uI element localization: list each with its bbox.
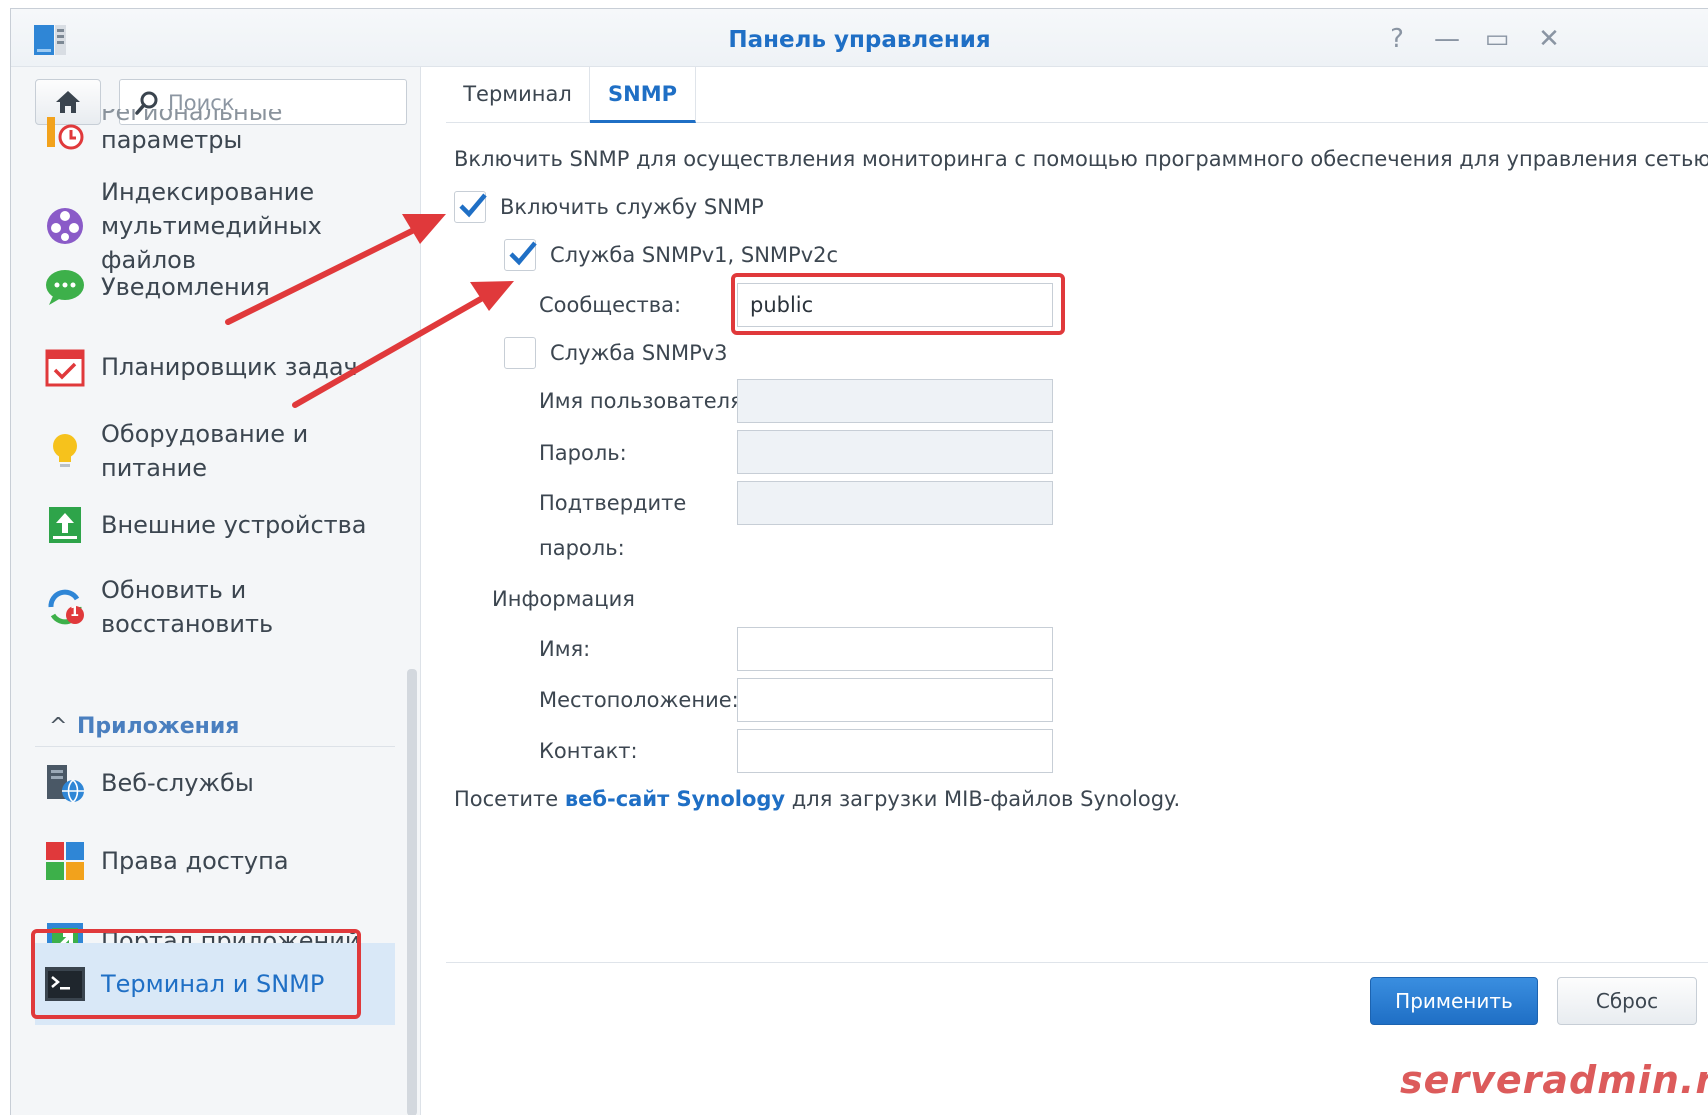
sidebar-item-media-indexing[interactable]: Индексирование мультимедийных файлов <box>35 175 395 277</box>
sidebar-item-label: Обновить и восстановить <box>101 576 274 638</box>
location-input[interactable] <box>737 678 1053 722</box>
help-icon[interactable]: ? <box>1383 26 1411 52</box>
snmpv1v2-row[interactable]: Служба SNMPv1, SNMPv2c <box>504 239 838 271</box>
password-input[interactable] <box>737 430 1053 474</box>
web-services-icon <box>43 761 87 805</box>
confirm-password-label: Подтвердите <box>539 491 687 515</box>
sidebar-item-label: Региональные <box>101 109 283 123</box>
sidebar-item-privileges[interactable]: Права доступа <box>35 839 395 883</box>
snmpv3-row[interactable]: Служба SNMPv3 <box>504 337 728 369</box>
sidebar-item-label: Веб-службы <box>101 769 254 797</box>
sidebar-scrollbar[interactable] <box>407 669 417 1115</box>
close-icon[interactable]: ✕ <box>1535 26 1563 52</box>
reset-button[interactable]: Сброс <box>1557 977 1697 1025</box>
sidebar-item-label: Оборудование и питание <box>101 420 309 482</box>
title-bar: Панель управления ? — ▭ ✕ <box>11 9 1708 67</box>
sidebar-item-label: Индексирование мультимедийных файлов <box>101 178 322 274</box>
task-scheduler-icon <box>43 345 87 389</box>
chevron-up-icon: ^ <box>49 714 68 739</box>
sidebar-item-label: Внешние устройства <box>101 511 367 539</box>
media-indexing-icon <box>43 204 87 248</box>
contact-label: Контакт: <box>539 739 638 763</box>
enable-snmp-checkbox[interactable] <box>454 191 487 223</box>
footer-divider <box>446 962 1708 963</box>
sidebar-item-label: Планировщик задач <box>101 353 358 381</box>
sidebar-item-task-scheduler[interactable]: Планировщик задач <box>35 345 395 389</box>
control-panel-window: Панель управления ? — ▭ ✕ Региональные <box>10 8 1708 1115</box>
username-input[interactable] <box>737 379 1053 423</box>
sidebar-item-hardware-power[interactable]: Оборудование и питание <box>35 417 395 485</box>
contact-input[interactable] <box>737 729 1053 773</box>
main-panel: Терминал SNMP Включить SNMP для осуществ… <box>422 67 1708 1115</box>
update-restore-icon: 1 <box>43 585 87 629</box>
username-label: Имя пользователя: <box>539 389 750 413</box>
external-devices-icon <box>43 503 87 547</box>
regional-settings-icon <box>43 111 87 155</box>
tab-terminal[interactable]: Терминал <box>446 67 590 123</box>
sidebar-item-update-restore[interactable]: 1 Обновить и восстановить <box>35 573 395 641</box>
note-prefix: Посетите <box>454 787 565 811</box>
snmpv3-checkbox[interactable] <box>504 337 536 369</box>
snmpv3-label: Служба SNMPv3 <box>550 341 728 365</box>
name-label: Имя: <box>539 637 591 661</box>
snmpv1v2-label: Служба SNMPv1, SNMPv2c <box>550 243 839 267</box>
snmp-description: Включить SNMP для осуществления монитори… <box>454 147 1708 171</box>
maximize-icon[interactable]: ▭ <box>1483 26 1511 52</box>
watermark: serveradmin.ru <box>1400 1058 1708 1102</box>
synology-website-link[interactable]: веб-сайт Synology <box>565 787 785 811</box>
info-heading: Информация <box>492 587 635 611</box>
highlight-frame-community <box>731 273 1065 335</box>
confirm-password-input[interactable] <box>737 481 1053 525</box>
sidebar-item-regional[interactable]: Региональные параметры <box>35 109 395 157</box>
community-label: Сообщества: <box>539 293 682 317</box>
notification-icon <box>43 265 87 309</box>
location-label: Местоположение: <box>539 688 739 712</box>
checkmark-icon <box>509 241 537 266</box>
tab-bar: Терминал SNMP <box>446 67 1708 123</box>
confirm-password-label-line2: пароль: <box>539 536 625 560</box>
note-suffix: для загрузки MIB-файлов Synology. <box>785 787 1181 811</box>
mib-download-note: Посетите веб-сайт Synology для загрузки … <box>454 787 1180 811</box>
sidebar-item-web-services[interactable]: Веб-службы <box>35 761 395 805</box>
highlight-frame-terminal-snmp <box>31 929 361 1019</box>
apply-button[interactable]: Применить <box>1370 977 1538 1025</box>
password-label: Пароль: <box>539 441 627 465</box>
update-count-badge: 1 <box>70 605 80 620</box>
privileges-icon <box>43 839 87 883</box>
sidebar-item-label: Уведомления <box>101 273 270 301</box>
sidebar-item-notifications[interactable]: Уведомления <box>35 265 395 309</box>
minimize-icon[interactable]: — <box>1433 26 1461 52</box>
sidebar-item-external-devices[interactable]: Внешние устройства <box>35 503 395 547</box>
name-input[interactable] <box>737 627 1053 671</box>
sidebar-item-label: параметры <box>101 126 243 154</box>
snmpv1v2-checkbox[interactable] <box>504 239 537 271</box>
hardware-power-icon <box>43 429 87 473</box>
checkmark-icon <box>459 193 487 218</box>
tab-snmp[interactable]: SNMP <box>590 67 696 123</box>
sidebar-item-label: Права доступа <box>101 847 289 875</box>
section-label: Приложения <box>77 714 240 739</box>
section-header-applications[interactable]: ^ Приложения <box>35 707 395 747</box>
enable-snmp-row[interactable]: Включить службу SNMP <box>454 191 764 223</box>
enable-snmp-label: Включить службу SNMP <box>500 195 764 219</box>
